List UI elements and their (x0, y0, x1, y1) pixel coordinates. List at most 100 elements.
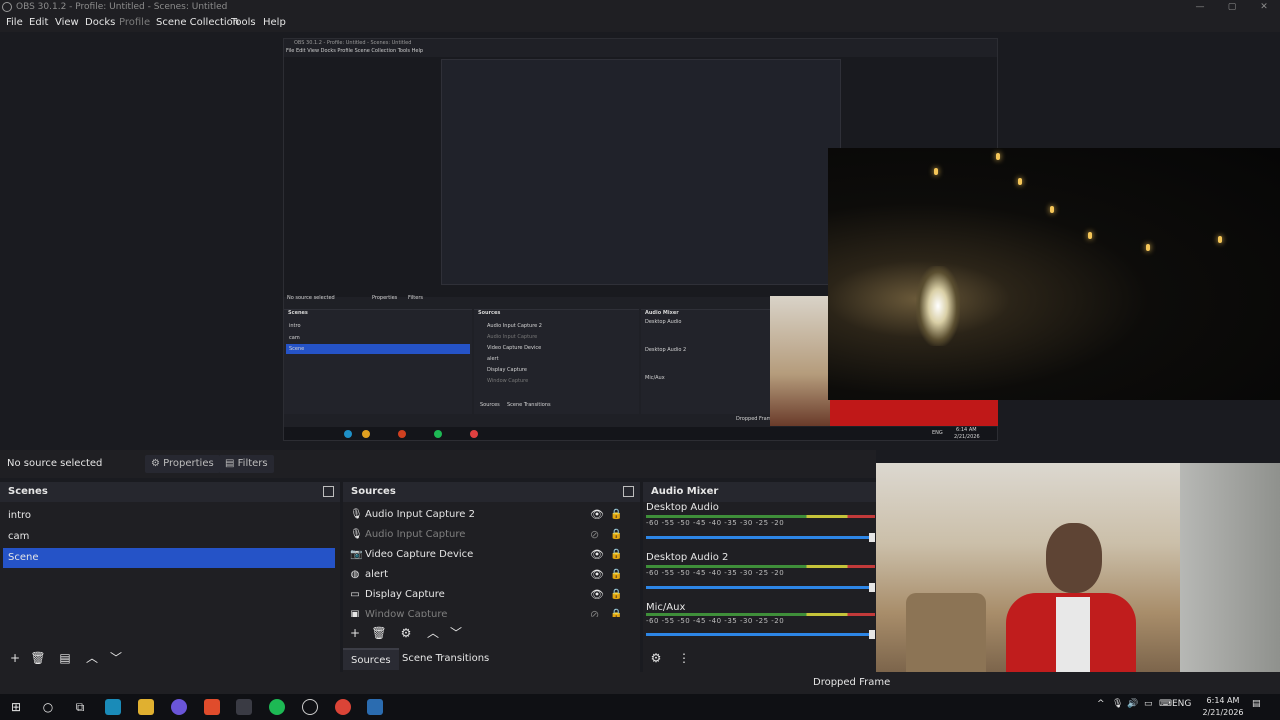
slider-knob[interactable] (869, 630, 875, 639)
edge-browser-icon[interactable] (105, 699, 121, 715)
discord-icon[interactable] (171, 699, 187, 715)
slider-knob[interactable] (869, 583, 875, 592)
minimize-button[interactable]: — (1184, 0, 1216, 14)
source-item[interactable]: 📷 Video Capture Device 👁 🔒 (347, 545, 629, 565)
source-label: Audio Input Capture 2 (365, 509, 475, 520)
windows-taskbar: ⊞ ○ ⧉ ^ 🎙 🔊 ▭ ⌨ ENG 6:14 AM 2/21/2026 ▤ (0, 694, 1280, 720)
close-button[interactable]: ✕ (1248, 0, 1280, 14)
menu-view[interactable]: View (55, 17, 79, 28)
filters-button[interactable]: ▤ Filters (219, 455, 274, 473)
menu-file[interactable]: File (6, 17, 23, 28)
visibility-eye-icon[interactable]: 👁 (590, 505, 604, 525)
source-label: Window Capture (365, 609, 448, 617)
mixer-channel-name: Desktop Audio 2 (646, 552, 729, 563)
menu-docks[interactable]: Docks (85, 17, 115, 28)
menu-help[interactable]: Help (263, 17, 286, 28)
lock-icon[interactable]: 🔒 (610, 505, 622, 525)
notifications-icon[interactable]: ▤ (1252, 699, 1261, 709)
lock-icon[interactable]: 🔒 (610, 605, 622, 617)
source-item[interactable]: 🎙 Audio Input Capture 2 👁 🔒 (347, 505, 629, 525)
lantern (916, 266, 960, 346)
move-scene-down-button[interactable]: ﹀ (107, 649, 125, 667)
clock-time: 6:14 AM (1206, 696, 1240, 705)
advanced-audio-settings-button[interactable]: ⚙ (647, 649, 665, 667)
menu-tools[interactable]: Tools (231, 17, 256, 28)
remove-source-button[interactable]: 🗑 (370, 624, 388, 642)
visibility-eye-icon[interactable]: 👁 (590, 545, 604, 565)
volume-slider[interactable] (646, 630, 875, 639)
steam-icon[interactable] (367, 699, 383, 715)
tab-scene-transitions[interactable]: Scene Transitions (394, 648, 497, 670)
move-source-up-button[interactable]: ︿ (424, 624, 442, 642)
nested-scene: Scene (289, 346, 305, 352)
microphone-icon: 🎙 (350, 509, 363, 520)
add-source-button[interactable]: + (346, 624, 364, 642)
lock-icon[interactable]: 🔒 (610, 565, 622, 585)
source-item[interactable]: ◍ alert 👁 🔒 (347, 565, 629, 585)
task-view-icon[interactable]: ⧉ (72, 699, 88, 715)
nested-source: Audio Input Capture (487, 334, 538, 340)
lock-icon[interactable]: 🔒 (610, 525, 622, 545)
keyboard-icon[interactable]: ⌨ (1159, 699, 1172, 709)
visibility-eye-icon[interactable]: 👁 (590, 565, 604, 585)
source-item[interactable]: 🎙 Audio Input Capture ⊘ 🔒 (347, 525, 629, 545)
status-bar: Dropped Frame (0, 672, 1280, 694)
scene-filters-button[interactable]: ▤ (56, 649, 74, 667)
spotify-icon[interactable] (269, 699, 285, 715)
source-item[interactable]: ▭ Display Capture 👁 🔒 (347, 585, 629, 605)
chrome-icon[interactable] (236, 699, 252, 715)
nested-dropped: Dropped Frame (736, 416, 775, 422)
add-scene-button[interactable]: + (6, 649, 24, 667)
brave-icon[interactable] (204, 699, 220, 715)
volume-slider[interactable] (646, 583, 875, 592)
scene-item-scene[interactable]: Scene (3, 548, 335, 568)
nested-mixer-header: Audio Mixer (645, 310, 679, 316)
mixer-menu-button[interactable]: ⋮ (675, 649, 693, 667)
language-indicator[interactable]: ENG (1172, 699, 1191, 709)
scenes-dock-header: Scenes (0, 482, 340, 502)
lock-icon[interactable]: 🔒 (610, 545, 622, 565)
search-icon[interactable]: ○ (40, 699, 56, 715)
hidden-eye-icon[interactable]: ⊘ (590, 525, 599, 545)
nested-properties: Properties (372, 295, 398, 301)
volume-icon[interactable]: 🔊 (1127, 699, 1138, 709)
tab-sources[interactable]: Sources (343, 648, 399, 670)
remove-scene-button[interactable]: 🗑 (29, 649, 47, 667)
file-explorer-icon[interactable] (138, 699, 154, 715)
move-source-down-button[interactable]: ﹀ (447, 624, 465, 642)
clock[interactable]: 6:14 AM 2/21/2026 (1198, 695, 1248, 719)
hidden-eye-icon[interactable]: ⊘ (590, 605, 599, 617)
slider-knob[interactable] (869, 533, 875, 542)
menu-scene-collection[interactable]: Scene Collection (156, 17, 239, 28)
obs-icon[interactable] (302, 699, 318, 715)
maximize-button[interactable]: ▢ (1216, 0, 1248, 14)
menu-profile[interactable]: Profile (119, 17, 150, 28)
visibility-eye-icon[interactable]: 👁 (590, 585, 604, 605)
scene-item-cam[interactable]: cam (3, 527, 335, 547)
menu-edit[interactable]: Edit (29, 17, 48, 28)
volume-slider[interactable] (646, 533, 875, 542)
source-item[interactable]: ▣ Window Capture ⊘ 🔒 (347, 605, 629, 617)
filter-icon: ▤ (225, 458, 238, 469)
lock-icon[interactable]: 🔒 (610, 585, 622, 605)
mixer-channel-name: Mic/Aux (646, 602, 686, 613)
scene-item-intro[interactable]: intro (3, 506, 335, 526)
windows-start-icon[interactable]: ⊞ (8, 699, 24, 715)
nested-inner-capture (441, 59, 841, 285)
tray-overflow-icon[interactable]: ^ (1097, 699, 1105, 709)
undock-icon[interactable] (623, 486, 634, 497)
chrome-browser-icon[interactable] (335, 699, 351, 715)
nested-scenes-dock (284, 309, 472, 414)
move-scene-up-button[interactable]: ︿ (83, 649, 101, 667)
undock-icon[interactable] (323, 486, 334, 497)
globe-icon: ◍ (350, 569, 360, 580)
properties-button[interactable]: ⚙ Properties (145, 455, 220, 473)
source-toolbar: No source selected ⚙ Properties ▤ Filter… (0, 450, 876, 478)
nested-app-icon (470, 430, 478, 438)
nested-scene: cam (289, 335, 300, 341)
nested-app-icon (398, 430, 406, 438)
source-properties-button[interactable]: ⚙ (397, 624, 415, 642)
network-icon[interactable]: ▭ (1144, 699, 1153, 709)
microphone-tray-icon[interactable]: 🎙 (1112, 699, 1123, 709)
nested-source: alert (487, 356, 499, 362)
